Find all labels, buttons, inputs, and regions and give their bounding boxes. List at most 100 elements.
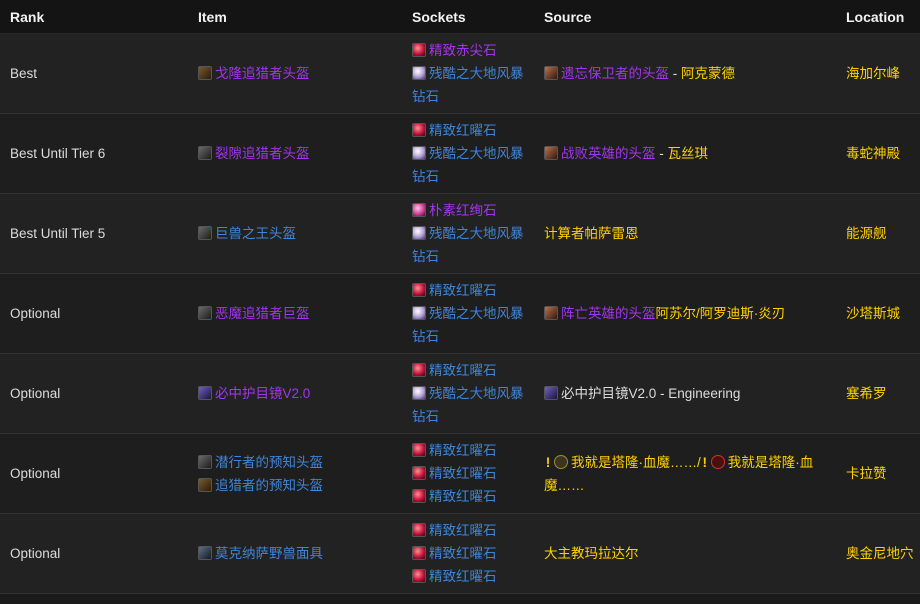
goggles-icon[interactable] [198,386,212,400]
gem-link[interactable]: 精致赤尖石 [429,43,497,58]
source-cell: 大主教玛拉达尔 [534,513,836,594]
red-gem-icon[interactable] [412,443,426,457]
source-item-link[interactable]: 阵亡英雄的头盔 [561,306,656,321]
helm-icon[interactable] [198,306,212,320]
sockets-cell: 精致红曜石 精致红曜石 精致红曜石 [402,433,534,514]
location-cell: 毒蛇神殿 [836,113,920,194]
column-header-rank[interactable]: Rank [0,0,188,34]
helm-icon[interactable] [198,66,212,80]
item-cell: 恶魔追猎者巨盔 [188,273,402,354]
source-npc-link[interactable]: 大主教玛拉达尔 [544,546,639,561]
item-cell: 巨兽之王头盔 [188,193,402,274]
location-link[interactable]: 能源舰 [846,226,887,241]
gem-link[interactable]: 残酷之大地风暴钻石 [412,306,524,344]
mask-icon[interactable] [198,546,212,560]
table-row: Best Until Tier 5 巨兽之王头盔 朴素红绚石 残酷之大地风暴钻石… [0,193,920,274]
location-link[interactable]: 海加尔峰 [846,66,900,81]
gem-link[interactable]: 精致红曜石 [429,523,497,538]
gem-link[interactable]: 精致红曜石 [429,363,497,378]
column-header-source[interactable]: Source [534,0,836,34]
red-gem-icon[interactable] [412,569,426,583]
gem-link[interactable]: 精致红曜石 [429,466,497,481]
item-link[interactable]: 莫克纳萨野兽面具 [215,546,323,561]
source-cell: 阵亡英雄的头盔阿苏尔/阿罗迪斯·炎刃 [534,273,836,354]
table-row: Optional 恶魔追猎者巨盔 精致红曜石 残酷之大地风暴钻石 阵亡英雄的头盔… [0,273,920,354]
red-gem-icon[interactable] [412,466,426,480]
gem-link[interactable]: 残酷之大地风暴钻石 [412,66,524,104]
gem-link[interactable]: 精致红曜石 [429,489,497,504]
horde-icon [710,454,725,469]
source-cell: 遗忘保卫者的头盔 - 阿克蒙德 [534,33,836,114]
source-npc-link[interactable]: 瓦丝琪 [668,146,709,161]
source-item-link[interactable]: 必中护目镜V2.0 [561,386,656,401]
quest-link-alliance[interactable]: 我就是塔隆·血魔……/ [571,455,701,470]
token-icon[interactable] [544,146,558,160]
source-profession: - Engineering [656,386,741,401]
helm-icon[interactable] [198,477,212,492]
location-link[interactable]: 塞希罗 [846,386,887,401]
item-link[interactable]: 裂隙追猎者头盔 [215,146,310,161]
red-gem-icon[interactable] [412,43,426,57]
meta-gem-icon[interactable] [412,386,426,400]
sockets-cell: 精致赤尖石 残酷之大地风暴钻石 [402,33,534,114]
gem-link[interactable]: 残酷之大地风暴钻石 [412,226,524,264]
red-gem-icon[interactable] [412,546,426,560]
table-row: Best Until Tier 6 裂隙追猎者头盔 精致红曜石 残酷之大地风暴钻… [0,113,920,194]
gem-link[interactable]: 精致红曜石 [429,443,497,458]
gem-link[interactable]: 精致红曜石 [429,283,497,298]
sockets-cell: 朴素红绚石 残酷之大地风暴钻石 [402,193,534,274]
source-separator: - [669,66,681,81]
gem-link[interactable]: 精致红曜石 [429,123,497,138]
gem-link[interactable]: 残酷之大地风暴钻石 [412,386,524,424]
table-header-row: Rank Item Sockets Source Location [0,0,920,34]
location-link[interactable]: 奥金尼地穴 [846,546,914,561]
gem-link[interactable]: 朴素红绚石 [429,203,497,218]
source-item-link[interactable]: 战败英雄的头盔 [561,146,656,161]
gem-link[interactable]: 精致红曜石 [429,546,497,561]
helm-icon[interactable] [198,146,212,160]
meta-gem-icon[interactable] [412,226,426,240]
red-gem-icon[interactable] [412,123,426,137]
rank-cell: Optional [0,353,188,434]
red-gem-icon[interactable] [412,523,426,537]
token-icon[interactable] [544,66,558,80]
column-header-location[interactable]: Location [836,0,920,34]
column-header-sockets[interactable]: Sockets [402,0,534,34]
red-gem-icon[interactable] [412,203,426,217]
sockets-cell: 精致红曜石 残酷之大地风暴钻石 [402,273,534,354]
rank-cell: Optional [0,513,188,594]
sockets-cell: 精致红曜石 残酷之大地风暴钻石 [402,113,534,194]
location-link[interactable]: 毒蛇神殿 [846,146,900,161]
meta-gem-icon[interactable] [412,306,426,320]
goggles-icon[interactable] [544,386,558,400]
source-npc-link[interactable]: 计算者帕萨雷恩 [544,226,639,241]
item-cell: 裂隙追猎者头盔 [188,113,402,194]
meta-gem-icon[interactable] [412,146,426,160]
token-icon[interactable] [544,306,558,320]
source-cell: 必中护目镜V2.0 - Engineering [534,353,836,434]
helm-icon[interactable] [198,454,212,469]
meta-gem-icon[interactable] [412,66,426,80]
helm-icon[interactable] [198,226,212,240]
source-npc-link[interactable]: 阿苏尔/阿罗迪斯·炎刃 [656,306,786,321]
source-npc-link[interactable]: 阿克蒙德 [681,66,735,81]
location-cell: 奥金尼地穴 [836,513,920,594]
item-link[interactable]: 追猎者的预知头盔 [215,478,323,493]
gem-link[interactable]: 残酷之大地风暴钻石 [412,146,524,184]
item-link[interactable]: 潜行者的预知头盔 [215,455,323,470]
item-link[interactable]: 巨兽之王头盔 [215,226,296,241]
source-cell: 计算者帕萨雷恩 [534,193,836,274]
item-link[interactable]: 恶魔追猎者巨盔 [215,306,310,321]
source-separator: - [655,146,668,161]
source-cell: ! 我就是塔隆·血魔……/! 我就是塔隆·血魔…… [534,433,836,514]
gem-link[interactable]: 精致红曜石 [429,569,497,584]
item-link[interactable]: 必中护目镜V2.0 [215,386,310,401]
red-gem-icon[interactable] [412,363,426,377]
item-link[interactable]: 戈隆追猎者头盔 [215,66,310,81]
column-header-item[interactable]: Item [188,0,402,34]
location-link[interactable]: 沙塔斯城 [846,306,900,321]
source-item-link[interactable]: 遗忘保卫者的头盔 [561,66,669,81]
red-gem-icon[interactable] [412,489,426,503]
location-link[interactable]: 卡拉赞 [846,466,887,481]
red-gem-icon[interactable] [412,283,426,297]
